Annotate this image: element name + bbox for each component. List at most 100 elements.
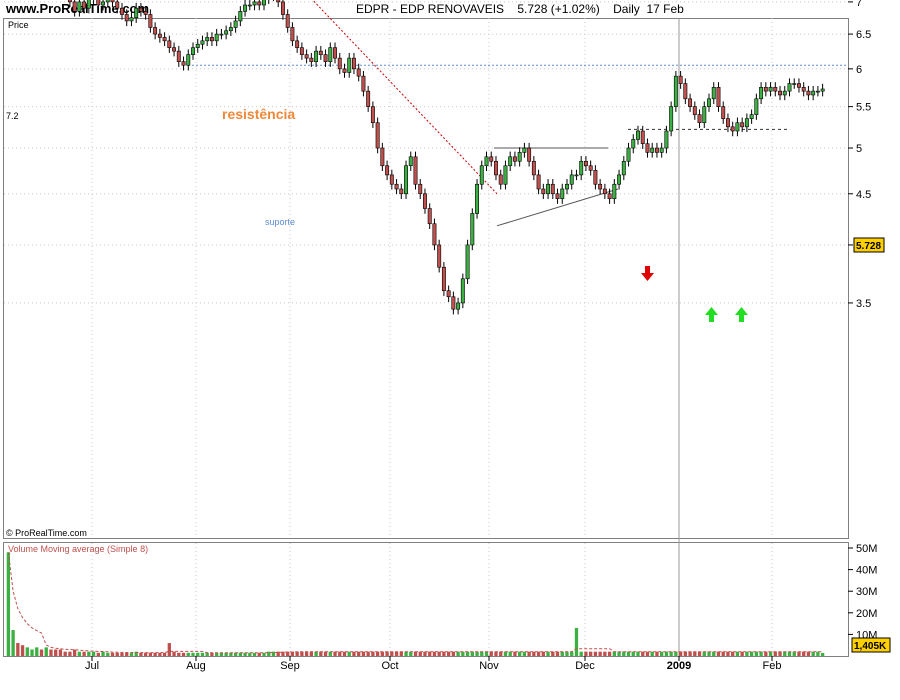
volume-bar: [816, 651, 820, 656]
volume-bar: [650, 651, 654, 656]
candle-up: [219, 33, 224, 36]
candle-down: [290, 27, 295, 42]
volume-bar: [394, 651, 399, 656]
candle-up: [205, 37, 210, 42]
volume-bar: [527, 651, 531, 656]
candle-up: [129, 17, 134, 22]
candle-down: [285, 14, 290, 28]
candle-down: [427, 208, 432, 225]
candle-up: [404, 165, 408, 195]
candle-down: [763, 87, 768, 92]
volume-bar: [451, 651, 456, 656]
volume-bar: [480, 651, 484, 656]
volume-bar: [323, 651, 328, 656]
candle-down: [82, 1, 87, 9]
volume-bar: [399, 651, 403, 656]
candle-down: [583, 160, 588, 167]
volume-bar: [200, 652, 205, 656]
volume-bar: [532, 651, 536, 656]
candle-up: [669, 106, 674, 132]
candle-up: [470, 213, 475, 246]
candle-down: [697, 114, 702, 124]
volume-bar: [636, 651, 640, 656]
candle-down: [413, 156, 418, 185]
candle-down: [399, 188, 404, 195]
volume-bar: [607, 651, 612, 656]
candle-up: [408, 156, 413, 167]
candle-down: [380, 147, 385, 167]
candle-down: [115, 1, 120, 9]
volume-bar: [536, 651, 541, 656]
volume-bar: [205, 652, 209, 656]
volume-bar: [631, 651, 635, 656]
candle-up: [759, 87, 764, 100]
candle-up: [86, 0, 91, 9]
volume-bar: [660, 651, 664, 656]
candle-up: [735, 122, 740, 132]
volume-bar: [390, 651, 394, 656]
candle-up: [707, 98, 711, 107]
candle-up: [815, 90, 820, 93]
volume-bar: [517, 651, 522, 656]
candle-down: [299, 47, 304, 55]
volume-bar: [16, 643, 20, 656]
candle-up: [792, 83, 797, 85]
volume-bar: [546, 651, 550, 656]
copyright-label: © ProRealTime.com: [6, 528, 87, 538]
volume-bar: [669, 651, 673, 656]
volume-bar: [565, 651, 569, 656]
candle-down: [797, 83, 801, 88]
candle-down: [494, 160, 498, 176]
candle-up: [768, 87, 773, 92]
volume-bar: [432, 651, 437, 656]
volume-bar: [579, 651, 583, 656]
candle-up: [782, 90, 787, 96]
volume-bar: [338, 651, 342, 656]
candle-up: [228, 27, 233, 32]
y-tick-label: 7: [856, 0, 862, 9]
volume-bar: [494, 651, 498, 656]
volume-bar: [181, 652, 186, 656]
volume-bar: [77, 651, 82, 656]
volume-bar: [754, 651, 759, 656]
candle-down: [550, 183, 555, 195]
candle-up: [465, 244, 470, 280]
volume-bar: [811, 651, 815, 656]
volume-bar: [413, 651, 418, 656]
y-tick-label: 5.5: [856, 102, 871, 114]
volume-bar: [541, 651, 545, 656]
volume-bar: [68, 651, 72, 656]
candle-down: [725, 118, 730, 128]
candle-up: [479, 165, 484, 185]
volume-bar: [82, 651, 86, 656]
volume-bar: [622, 651, 626, 656]
volume-bar: [58, 649, 63, 656]
volume-bar: [72, 649, 77, 656]
volume-bar: [674, 651, 678, 656]
candle-up: [569, 174, 574, 185]
candle-down: [143, 11, 148, 15]
volume-bar: [319, 651, 323, 656]
volume-bar: [693, 651, 697, 656]
volume-bar: [570, 651, 574, 656]
candle-up: [456, 302, 461, 310]
candle-down: [512, 156, 517, 162]
volume-bar: [385, 651, 389, 656]
candle-down: [120, 7, 124, 15]
volume-bar: [792, 651, 796, 656]
candle-up: [626, 147, 631, 162]
volume-bar: [167, 643, 171, 656]
candle-down: [588, 165, 593, 171]
volume-bar: [35, 647, 39, 656]
volume-bar: [20, 645, 25, 656]
chart-area: 3.544.555.566.577.588.5JulAugSepOctNovDe…: [3, 0, 891, 672]
x-tick-label: Sep: [280, 660, 300, 672]
candle-up: [214, 33, 219, 42]
candle-up: [631, 139, 636, 149]
candle-down: [96, 0, 101, 6]
price-panel: [3, 18, 849, 539]
volume-bar: [196, 652, 200, 656]
volume-bar: [641, 651, 645, 656]
candle-up: [820, 88, 825, 92]
volume-bar: [593, 651, 598, 656]
